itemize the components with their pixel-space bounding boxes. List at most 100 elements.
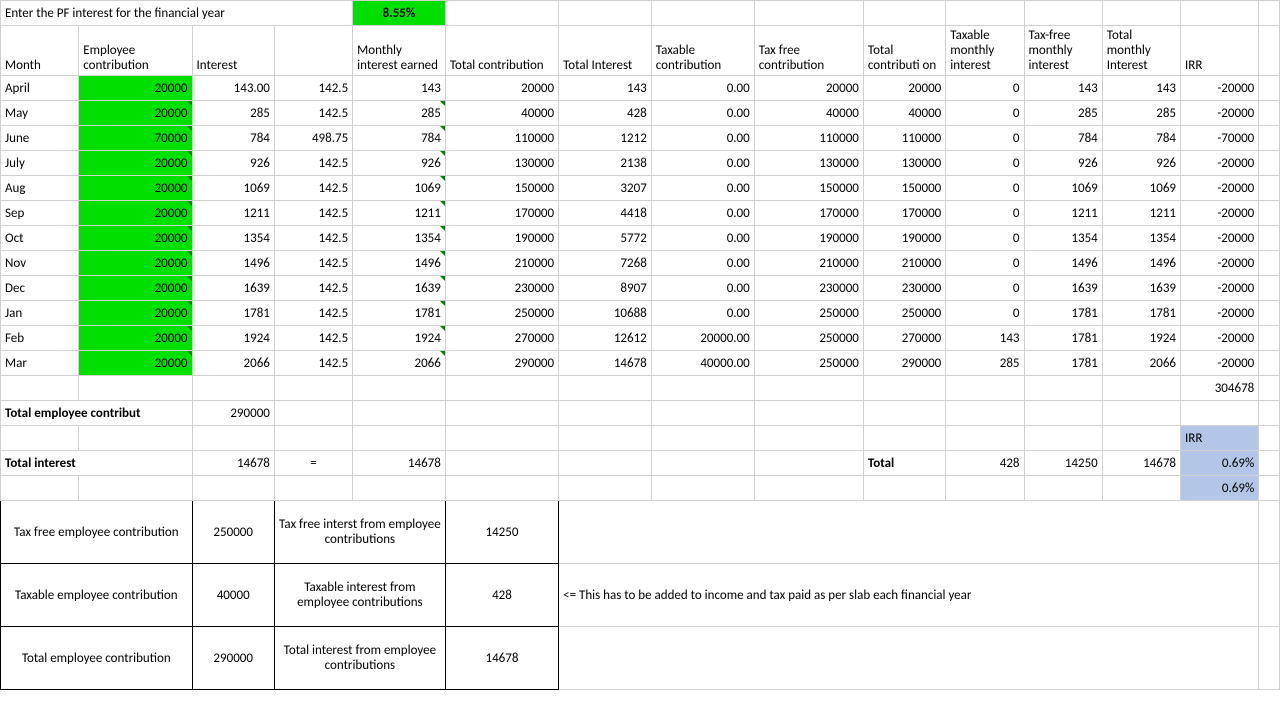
cell-taxable-contrib[interactable]: 0.00 (651, 76, 754, 101)
cell-month[interactable]: Dec (1, 276, 79, 301)
cell-interest[interactable]: 285 (192, 101, 274, 126)
table-row[interactable]: Mar200002066142.520662900001467840000.00… (1, 351, 1280, 376)
cell-month[interactable]: July (1, 151, 79, 176)
cell-taxfree-monthly[interactable]: 1781 (1024, 351, 1102, 376)
cell-irr[interactable]: -20000 (1181, 301, 1259, 326)
cell-total-contrib2[interactable]: 230000 (863, 276, 945, 301)
cell-taxfree-monthly[interactable]: 143 (1024, 76, 1102, 101)
cell-monthly-interest[interactable]: 926 (353, 151, 446, 176)
cell-total-monthly[interactable]: 1211 (1102, 201, 1180, 226)
cell-irr[interactable]: -70000 (1181, 126, 1259, 151)
cell-interest[interactable]: 1354 (192, 226, 274, 251)
cell-total-contrib[interactable]: 170000 (445, 201, 558, 226)
cell-taxfree-contrib[interactable]: 190000 (754, 226, 863, 251)
spreadsheet-grid[interactable]: Enter the PF interest for the financial … (0, 0, 1280, 690)
cell-total-contrib[interactable]: 190000 (445, 226, 558, 251)
cell-total-interest[interactable]: 1212 (559, 126, 652, 151)
cell-irr[interactable]: -20000 (1181, 101, 1259, 126)
cell-taxable-contrib[interactable]: 0.00 (651, 276, 754, 301)
cell-month[interactable]: Aug (1, 176, 79, 201)
cell-irr[interactable]: -20000 (1181, 326, 1259, 351)
cell-total-monthly[interactable]: 143 (1102, 76, 1180, 101)
cell-total-monthly[interactable]: 784 (1102, 126, 1180, 151)
cell-taxfree-monthly[interactable]: 1496 (1024, 251, 1102, 276)
cell-total-contrib2[interactable]: 20000 (863, 76, 945, 101)
cell-total-interest[interactable]: 10688 (559, 301, 652, 326)
cell-taxable-contrib[interactable]: 0.00 (651, 201, 754, 226)
cell-emp-contrib[interactable]: 20000 (79, 151, 192, 176)
cell-irr[interactable]: -20000 (1181, 276, 1259, 301)
cell-interest[interactable]: 1069 (192, 176, 274, 201)
cell-irr[interactable]: -20000 (1181, 201, 1259, 226)
cell-d[interactable]: 142.5 (274, 151, 352, 176)
cell-d[interactable]: 142.5 (274, 101, 352, 126)
cell-total-contrib2[interactable]: 210000 (863, 251, 945, 276)
cell-total-contrib2[interactable]: 130000 (863, 151, 945, 176)
cell-monthly-interest[interactable]: 1211 (353, 201, 446, 226)
cell-taxfree-contrib[interactable]: 230000 (754, 276, 863, 301)
cell-taxable-monthly[interactable]: 0 (946, 76, 1024, 101)
cell-taxable-contrib[interactable]: 0.00 (651, 151, 754, 176)
table-row[interactable]: June70000784498.7578411000012120.0011000… (1, 126, 1280, 151)
cell-taxfree-monthly[interactable]: 1639 (1024, 276, 1102, 301)
cell-month[interactable]: Sep (1, 201, 79, 226)
cell-month[interactable]: Jan (1, 301, 79, 326)
cell-irr[interactable]: -20000 (1181, 351, 1259, 376)
cell-d[interactable]: 142.5 (274, 226, 352, 251)
cell-total-interest[interactable]: 5772 (559, 226, 652, 251)
cell-monthly-interest[interactable]: 784 (353, 126, 446, 151)
cell-taxable-contrib[interactable]: 0.00 (651, 101, 754, 126)
cell-taxable-monthly[interactable]: 0 (946, 226, 1024, 251)
cell-emp-contrib[interactable]: 20000 (79, 251, 192, 276)
cell-d[interactable]: 142.5 (274, 201, 352, 226)
cell-month[interactable]: Nov (1, 251, 79, 276)
cell-d[interactable]: 142.5 (274, 301, 352, 326)
cell-taxable-monthly[interactable]: 0 (946, 301, 1024, 326)
table-row[interactable]: April20000143.00142.5143200001430.002000… (1, 76, 1280, 101)
cell-irr[interactable]: -20000 (1181, 176, 1259, 201)
cell-total-interest[interactable]: 143 (559, 76, 652, 101)
cell-total-contrib2[interactable]: 110000 (863, 126, 945, 151)
cell-monthly-interest[interactable]: 1639 (353, 276, 446, 301)
cell-taxable-monthly[interactable]: 143 (946, 326, 1024, 351)
cell-taxfree-monthly[interactable]: 1781 (1024, 326, 1102, 351)
cell-monthly-interest[interactable]: 1354 (353, 226, 446, 251)
cell-taxfree-monthly[interactable]: 784 (1024, 126, 1102, 151)
cell-d[interactable]: 498.75 (274, 126, 352, 151)
cell-monthly-interest[interactable]: 1924 (353, 326, 446, 351)
cell-emp-contrib[interactable]: 20000 (79, 201, 192, 226)
cell-taxable-contrib[interactable]: 40000.00 (651, 351, 754, 376)
cell-taxable-monthly[interactable]: 0 (946, 176, 1024, 201)
cell-total-monthly[interactable]: 1496 (1102, 251, 1180, 276)
cell-taxfree-contrib[interactable]: 250000 (754, 351, 863, 376)
cell-taxable-contrib[interactable]: 0.00 (651, 301, 754, 326)
cell-total-contrib2[interactable]: 170000 (863, 201, 945, 226)
cell-d[interactable]: 142.5 (274, 76, 352, 101)
cell-total-contrib[interactable]: 40000 (445, 101, 558, 126)
cell-month[interactable]: Oct (1, 226, 79, 251)
cell-total-contrib[interactable]: 290000 (445, 351, 558, 376)
cell-month[interactable]: Mar (1, 351, 79, 376)
cell-taxable-contrib[interactable]: 0.00 (651, 126, 754, 151)
cell-d[interactable]: 142.5 (274, 251, 352, 276)
cell-emp-contrib[interactable]: 20000 (79, 101, 192, 126)
cell-total-contrib[interactable]: 130000 (445, 151, 558, 176)
cell-total-monthly[interactable]: 2066 (1102, 351, 1180, 376)
cell-emp-contrib[interactable]: 20000 (79, 76, 192, 101)
cell-total-monthly[interactable]: 1354 (1102, 226, 1180, 251)
cell-taxfree-contrib[interactable]: 250000 (754, 301, 863, 326)
cell-total-contrib2[interactable]: 270000 (863, 326, 945, 351)
cell-taxfree-contrib[interactable]: 210000 (754, 251, 863, 276)
cell-d[interactable]: 142.5 (274, 351, 352, 376)
table-row[interactable]: Nov200001496142.5149621000072680.0021000… (1, 251, 1280, 276)
cell-taxable-monthly[interactable]: 0 (946, 251, 1024, 276)
table-row[interactable]: Jan200001781142.51781250000106880.002500… (1, 301, 1280, 326)
cell-taxfree-contrib[interactable]: 20000 (754, 76, 863, 101)
cell-irr[interactable]: -20000 (1181, 226, 1259, 251)
table-row[interactable]: Dec200001639142.5163923000089070.0023000… (1, 276, 1280, 301)
cell-taxable-contrib[interactable]: 0.00 (651, 176, 754, 201)
cell-emp-contrib[interactable]: 20000 (79, 301, 192, 326)
cell-interest[interactable]: 1639 (192, 276, 274, 301)
cell-total-contrib[interactable]: 210000 (445, 251, 558, 276)
cell-total-interest[interactable]: 12612 (559, 326, 652, 351)
